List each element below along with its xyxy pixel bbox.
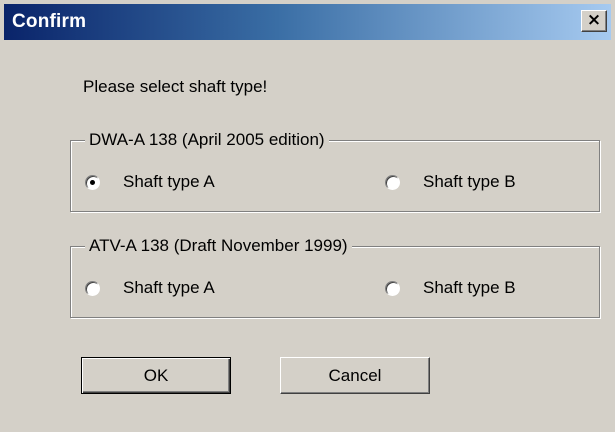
group-atv-a-138: ATV-A 138 (Draft November 1999) Shaft ty… (70, 235, 600, 318)
radio-dwa-shaft-type-a[interactable]: Shaft type A (85, 172, 215, 192)
radio-dwa-shaft-type-b[interactable]: Shaft type B (385, 172, 516, 192)
radio-dot-icon (90, 179, 95, 185)
ok-button[interactable]: OK (81, 357, 231, 394)
group-dwa-a-138: DWA-A 138 (April 2005 edition) Shaft typ… (70, 129, 600, 212)
prompt-text: Please select shaft type! (83, 77, 268, 96)
radio-atv-shaft-type-a[interactable]: Shaft type A (85, 278, 215, 298)
close-button[interactable]: × (581, 10, 607, 32)
group-label: DWA-A 138 (April 2005 edition) (85, 129, 329, 151)
group-label: ATV-A 138 (Draft November 1999) (85, 235, 352, 257)
close-icon: × (586, 10, 602, 30)
radio-button[interactable] (85, 280, 100, 296)
radio-label: Shaft type A (123, 278, 215, 297)
radio-button[interactable] (385, 280, 400, 296)
radio-label: Shaft type B (423, 172, 516, 191)
title-bar[interactable]: Confirm × (4, 4, 611, 40)
radio-label: Shaft type A (123, 172, 215, 191)
confirm-dialog: Confirm × Please select shaft type! DWA-… (0, 0, 615, 432)
cancel-button[interactable]: Cancel (280, 357, 430, 394)
radio-atv-shaft-type-b[interactable]: Shaft type B (385, 278, 516, 298)
radio-button[interactable] (385, 174, 400, 190)
radio-button-checked[interactable] (85, 174, 100, 190)
window-title: Confirm (12, 11, 87, 32)
radio-label: Shaft type B (423, 278, 516, 297)
